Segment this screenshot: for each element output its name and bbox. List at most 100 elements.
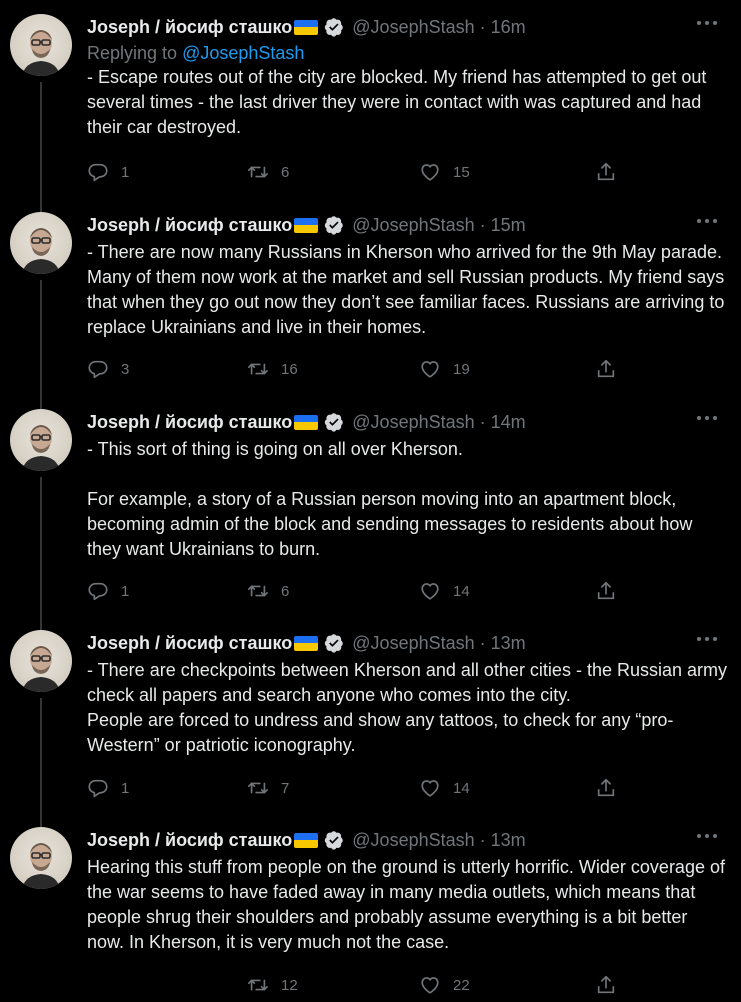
like-count: 14 [453, 582, 470, 600]
verified-badge-icon [324, 215, 344, 235]
author-handle[interactable]: @JosephStash [352, 633, 474, 654]
share-button[interactable] [595, 579, 617, 603]
like-count: 22 [453, 976, 470, 994]
heart-icon [419, 777, 441, 799]
more-icon[interactable] [697, 831, 719, 841]
more-icon[interactable] [697, 18, 719, 28]
tweet-actions: 1 6 14 [87, 579, 627, 603]
retweet-icon [247, 358, 269, 380]
like-button[interactable]: 14 [419, 579, 470, 603]
reply-button[interactable]: 1 [87, 776, 129, 800]
retweet-count: 6 [281, 163, 290, 181]
thread-connector-line [40, 477, 42, 632]
reply-button[interactable]: 3 [87, 357, 129, 381]
retweet-button[interactable]: 6 [247, 579, 289, 603]
ukraine-flag-icon [294, 414, 319, 430]
author-name[interactable]: Joseph / йосиф сташко [87, 830, 292, 851]
tweet-header: Joseph / йосиф сташко @JosephStash · 13m [87, 630, 526, 656]
tweet-actions: 3 16 19 [87, 357, 627, 381]
reply-button[interactable]: 1 [87, 579, 129, 603]
separator-dot: · [479, 411, 486, 432]
reply-count: 1 [121, 163, 130, 181]
author-handle[interactable]: @JosephStash [352, 215, 474, 236]
replying-to-handle-link[interactable]: @JosephStash [182, 43, 304, 63]
retweet-button[interactable]: 7 [247, 776, 289, 800]
like-button[interactable]: 19 [419, 357, 470, 381]
author-name[interactable]: Joseph / йосиф сташко [87, 412, 292, 433]
reply-icon [87, 580, 109, 602]
share-icon [595, 580, 617, 602]
thread-connector-line [40, 698, 42, 829]
like-count: 19 [453, 360, 470, 378]
heart-icon [419, 580, 441, 602]
replying-to-label: Replying to [87, 43, 183, 63]
ukraine-flag-icon [294, 832, 319, 848]
reply-count: 3 [121, 360, 130, 378]
author-handle[interactable]: @JosephStash [352, 830, 474, 851]
avatar[interactable] [10, 14, 72, 76]
thread-connector-line [40, 280, 42, 411]
tweet-actions: 1 6 15 [87, 160, 627, 184]
like-button[interactable]: 22 [419, 973, 470, 997]
like-count: 15 [453, 163, 470, 181]
retweet-button[interactable]: 6 [247, 160, 289, 184]
share-icon [595, 161, 617, 183]
reply-count: 1 [121, 582, 130, 600]
tweet-header: Joseph / йосиф сташко @JosephStash · 13m [87, 827, 526, 853]
more-icon[interactable] [697, 634, 719, 644]
like-count: 14 [453, 779, 470, 797]
avatar[interactable] [10, 630, 72, 692]
tweet-text: Hearing this stuff from people on the gr… [87, 857, 730, 952]
verified-badge-icon [324, 412, 344, 432]
share-button[interactable] [595, 160, 617, 184]
tweet-header: Joseph / йосиф сташко @JosephStash · 14m [87, 409, 526, 435]
like-button[interactable]: 14 [419, 776, 470, 800]
retweet-count: 16 [281, 360, 298, 378]
ukraine-flag-icon [294, 635, 319, 651]
author-name[interactable]: Joseph / йосиф сташко [87, 633, 292, 654]
retweet-button[interactable]: 12 [247, 973, 298, 997]
more-icon[interactable] [697, 216, 719, 226]
tweet-timestamp[interactable]: 15m [491, 215, 526, 236]
retweet-icon [247, 580, 269, 602]
separator-dot: · [479, 214, 486, 235]
share-button[interactable] [595, 776, 617, 800]
reply-icon [87, 358, 109, 380]
author-handle[interactable]: @JosephStash [352, 17, 474, 38]
more-icon[interactable] [697, 413, 719, 423]
retweet-count: 12 [281, 976, 298, 994]
like-button[interactable]: 15 [419, 160, 470, 184]
avatar[interactable] [10, 212, 72, 274]
retweet-count: 6 [281, 582, 290, 600]
author-handle[interactable]: @JosephStash [352, 412, 474, 433]
separator-dot: · [479, 16, 486, 37]
tweet-text: - Escape routes out of the city are bloc… [87, 67, 712, 137]
tweet-actions: 1 7 14 [87, 776, 627, 800]
tweet-timestamp[interactable]: 16m [491, 17, 526, 38]
share-button[interactable] [595, 357, 617, 381]
avatar[interactable] [10, 827, 72, 889]
retweet-icon [247, 161, 269, 183]
reply-count: 1 [121, 779, 130, 797]
share-icon [595, 777, 617, 799]
ukraine-flag-icon [294, 217, 319, 233]
share-button[interactable] [595, 973, 617, 997]
tweet-text: - There are checkpoints between Kherson … [87, 660, 727, 755]
thread-connector-line [40, 82, 42, 214]
reply-icon [87, 161, 109, 183]
tweet-timestamp[interactable]: 13m [491, 633, 526, 654]
reply-button[interactable]: 1 [87, 160, 129, 184]
separator-dot: · [479, 829, 486, 850]
avatar[interactable] [10, 409, 72, 471]
tweet-actions: 12 22 [87, 973, 627, 997]
tweet-timestamp[interactable]: 13m [491, 830, 526, 851]
heart-icon [419, 358, 441, 380]
tweet-timestamp[interactable]: 14m [491, 412, 526, 433]
verified-badge-icon [324, 633, 344, 653]
retweet-button[interactable]: 16 [247, 357, 298, 381]
author-name[interactable]: Joseph / йосиф сташко [87, 17, 292, 38]
retweet-count: 7 [281, 779, 290, 797]
author-name[interactable]: Joseph / йосиф сташко [87, 215, 292, 236]
tweet-text: - There are now many Russians in Kherson… [87, 242, 730, 337]
retweet-icon [247, 974, 269, 996]
